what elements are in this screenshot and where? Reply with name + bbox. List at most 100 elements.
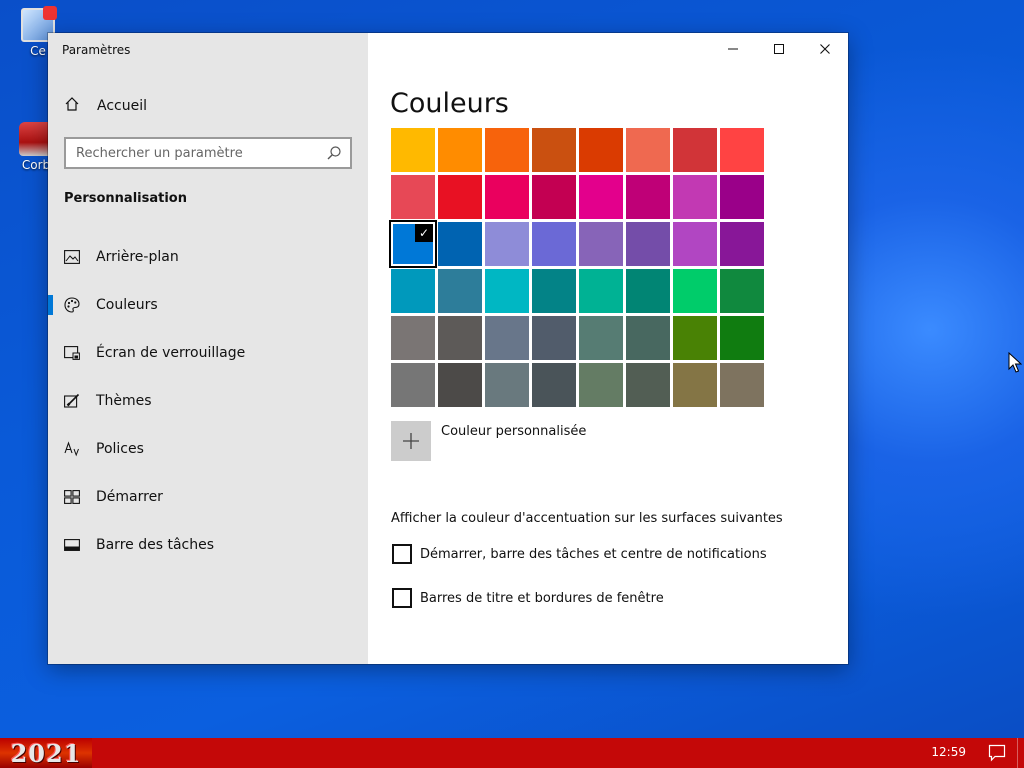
content-pane: Couleurs ✓ Couleur personnalisée Affiche… xyxy=(368,33,848,664)
color-swatch[interactable] xyxy=(579,222,623,266)
checkbox-box[interactable] xyxy=(392,544,412,564)
theme-brush-icon xyxy=(64,393,80,409)
color-swatch[interactable] xyxy=(673,363,717,407)
color-swatch[interactable] xyxy=(391,316,435,360)
color-swatch[interactable] xyxy=(438,316,482,360)
color-swatch[interactable] xyxy=(673,222,717,266)
color-swatch[interactable] xyxy=(626,269,670,313)
plus-icon xyxy=(391,421,431,461)
color-swatch[interactable] xyxy=(485,222,529,266)
color-swatch[interactable] xyxy=(720,363,764,407)
color-swatch[interactable] xyxy=(626,128,670,172)
mouse-cursor-icon xyxy=(1008,352,1022,373)
custom-color-label: Couleur personnalisée xyxy=(441,424,587,439)
settings-window: Paramètres Accueil Personnalisation Arri… xyxy=(48,33,848,664)
color-swatch[interactable]: ✓ xyxy=(389,220,437,268)
search-box[interactable] xyxy=(64,137,352,169)
color-swatch[interactable] xyxy=(532,222,576,266)
color-swatch[interactable] xyxy=(579,175,623,219)
color-swatch[interactable] xyxy=(485,175,529,219)
color-swatch[interactable] xyxy=(532,269,576,313)
sidebar-item-label: Polices xyxy=(96,441,144,457)
color-swatch[interactable] xyxy=(720,316,764,360)
color-swatch[interactable] xyxy=(532,316,576,360)
start-tiles-icon xyxy=(64,489,80,505)
color-swatch[interactable] xyxy=(391,175,435,219)
color-swatch[interactable] xyxy=(438,363,482,407)
color-swatch[interactable] xyxy=(532,175,576,219)
checkbox-title-bars-borders[interactable]: Barres de titre et bordures de fenêtre xyxy=(392,588,664,608)
sidebar-item-background[interactable]: Arrière-plan xyxy=(48,233,368,281)
color-swatch[interactable] xyxy=(626,363,670,407)
lock-screen-icon xyxy=(64,345,80,361)
home-label: Accueil xyxy=(97,98,147,114)
show-desktop-button[interactable] xyxy=(1017,738,1018,768)
color-swatch[interactable] xyxy=(720,175,764,219)
custom-color-button[interactable]: Couleur personnalisée xyxy=(391,421,586,461)
color-swatch[interactable] xyxy=(626,175,670,219)
color-swatch[interactable] xyxy=(438,175,482,219)
color-swatch[interactable] xyxy=(626,316,670,360)
window-title: Paramètres xyxy=(62,43,131,57)
color-swatch[interactable] xyxy=(720,128,764,172)
sidebar-item-taskbar[interactable]: Barre des tâches xyxy=(48,521,368,569)
color-swatch[interactable] xyxy=(626,222,670,266)
color-swatch[interactable] xyxy=(532,363,576,407)
color-swatch[interactable] xyxy=(485,128,529,172)
notification-center-icon[interactable] xyxy=(988,744,1006,762)
color-swatch[interactable] xyxy=(485,269,529,313)
checkmark-icon: ✓ xyxy=(415,224,433,242)
color-swatch[interactable] xyxy=(673,128,717,172)
section-title: Personnalisation xyxy=(64,191,187,206)
color-swatch[interactable] xyxy=(438,222,482,266)
color-swatch[interactable] xyxy=(720,269,764,313)
taskbar: 2021 12:59 xyxy=(0,738,1024,768)
sidebar-item-lock-screen[interactable]: Écran de verrouillage xyxy=(48,329,368,377)
color-swatch[interactable] xyxy=(579,363,623,407)
color-swatch[interactable] xyxy=(579,128,623,172)
checkbox-label: Démarrer, barre des tâches et centre de … xyxy=(420,546,767,562)
accent-color-grid: ✓ xyxy=(389,128,764,407)
color-swatch[interactable] xyxy=(579,316,623,360)
color-swatch[interactable] xyxy=(438,128,482,172)
color-swatch[interactable] xyxy=(485,316,529,360)
font-icon xyxy=(64,441,80,457)
palette-icon xyxy=(64,297,80,313)
sidebar-nav: Arrière-plan Couleurs Écran de verrouill… xyxy=(48,233,368,569)
color-swatch[interactable] xyxy=(532,128,576,172)
taskbar-clock[interactable]: 12:59 xyxy=(931,745,966,759)
color-swatch[interactable] xyxy=(673,175,717,219)
color-swatch[interactable] xyxy=(673,269,717,313)
sidebar-item-label: Arrière-plan xyxy=(96,249,179,265)
sidebar-item-label: Barre des tâches xyxy=(96,537,214,553)
search-input[interactable] xyxy=(76,145,326,161)
sidebar-item-label: Écran de verrouillage xyxy=(96,345,246,361)
color-swatch[interactable] xyxy=(579,269,623,313)
color-swatch[interactable] xyxy=(438,269,482,313)
sidebar-item-start[interactable]: Démarrer xyxy=(48,473,368,521)
color-swatch[interactable] xyxy=(391,128,435,172)
sidebar-item-colors[interactable]: Couleurs xyxy=(48,281,368,329)
sidebar-item-label: Démarrer xyxy=(96,489,163,505)
color-swatch[interactable] xyxy=(485,363,529,407)
home-link[interactable]: Accueil xyxy=(64,96,147,116)
color-swatch[interactable] xyxy=(720,222,764,266)
start-button[interactable]: 2021 xyxy=(0,738,92,768)
color-swatch[interactable] xyxy=(391,269,435,313)
sidebar-item-label: Thèmes xyxy=(96,393,152,409)
checkbox-box[interactable] xyxy=(392,588,412,608)
accent-surfaces-label: Afficher la couleur d'accentuation sur l… xyxy=(391,511,783,526)
checkbox-label: Barres de titre et bordures de fenêtre xyxy=(420,590,664,606)
color-swatch[interactable] xyxy=(673,316,717,360)
search-icon[interactable] xyxy=(326,145,342,161)
taskbar-icon xyxy=(64,537,80,553)
checkbox-start-taskbar-action-center[interactable]: Démarrer, barre des tâches et centre de … xyxy=(392,544,767,564)
sidebar: Paramètres Accueil Personnalisation Arri… xyxy=(48,33,368,664)
color-swatch[interactable] xyxy=(391,363,435,407)
home-icon xyxy=(64,96,80,116)
image-icon xyxy=(64,249,80,265)
sidebar-item-label: Couleurs xyxy=(96,297,158,313)
page-title: Couleurs xyxy=(390,88,509,119)
sidebar-item-themes[interactable]: Thèmes xyxy=(48,377,368,425)
sidebar-item-fonts[interactable]: Polices xyxy=(48,425,368,473)
